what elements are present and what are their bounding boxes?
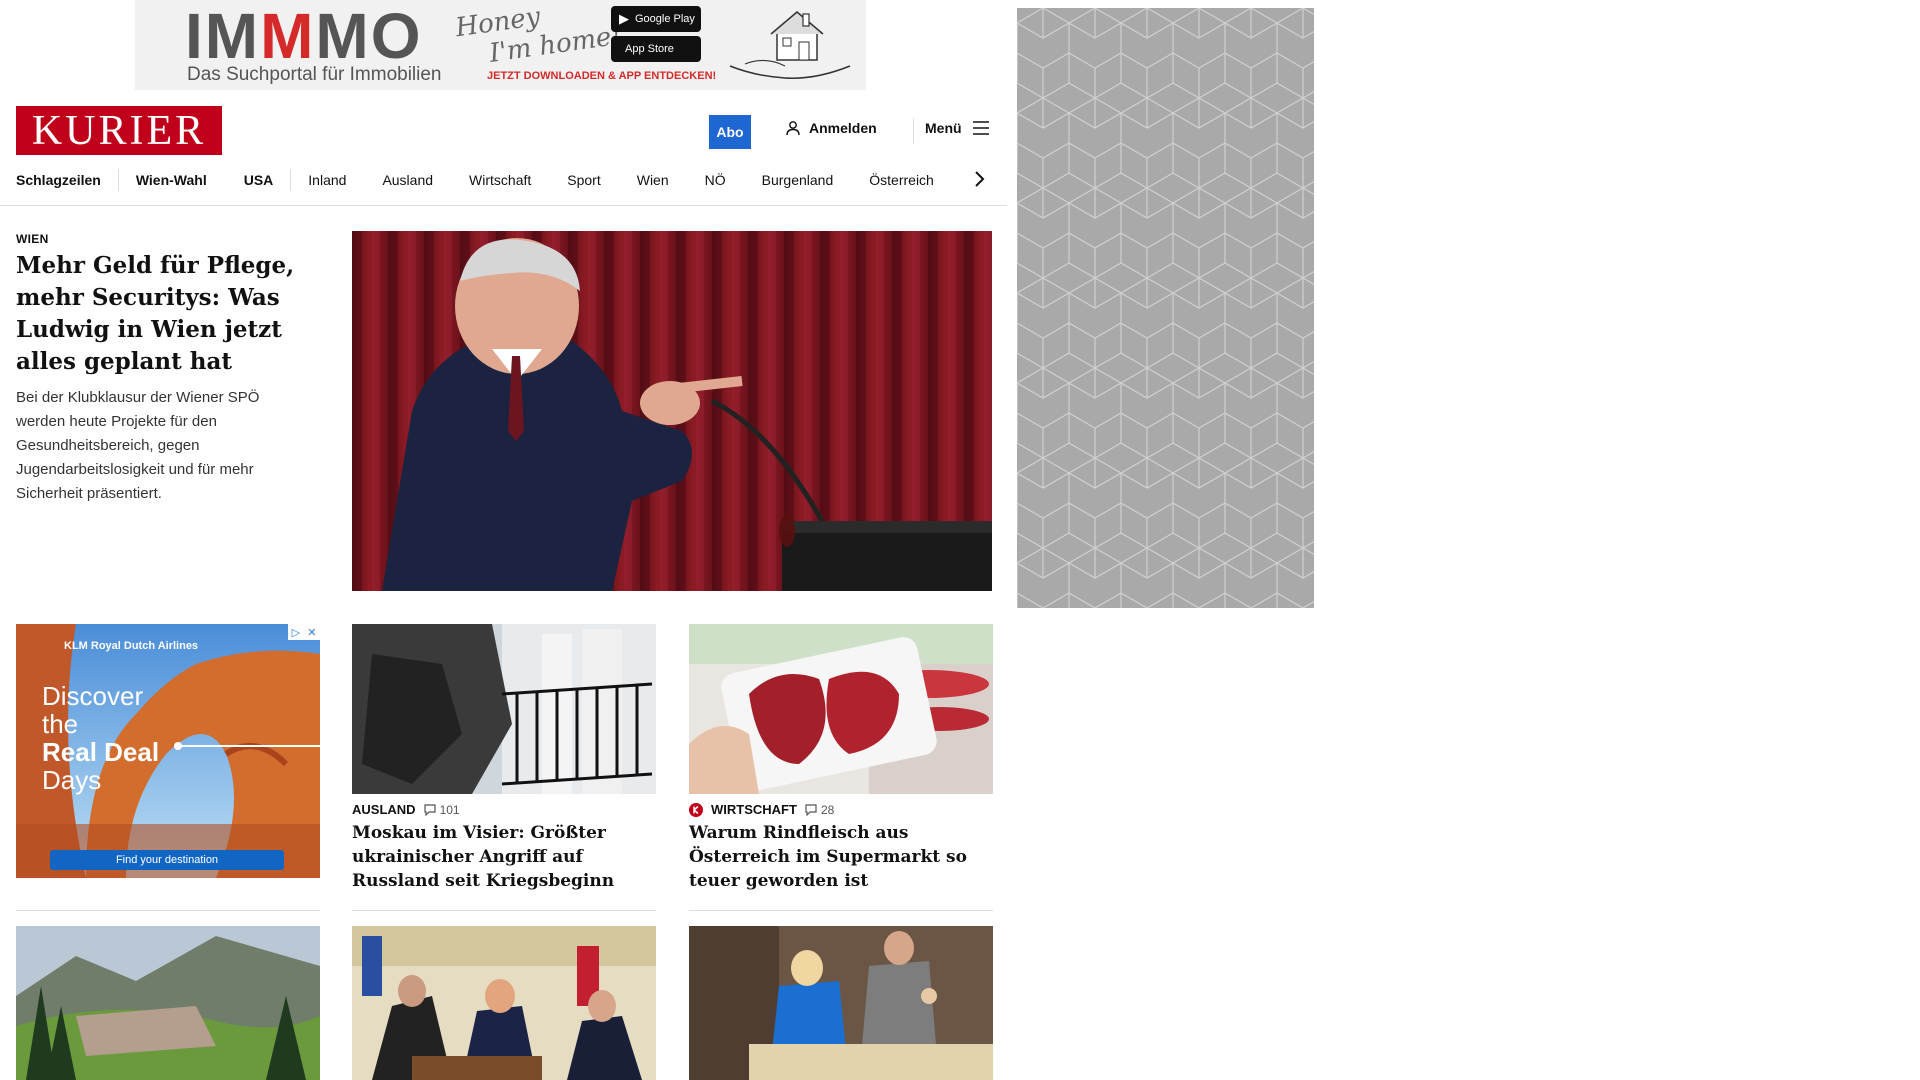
- row-divider: [352, 910, 656, 911]
- nav-scroll-right-icon[interactable]: [974, 168, 986, 190]
- immmo-cta: JETZT DOWNLOADEN & APP ENTDECKEN!: [487, 70, 717, 82]
- article-image-drone-strike: [352, 624, 656, 794]
- nav-item-wirtschaft[interactable]: Wirtschaft: [469, 172, 531, 188]
- article-card[interactable]: AUSLAND 101 Moskau im Visier: Größter uk…: [352, 624, 656, 893]
- hamburger-icon: [972, 121, 989, 135]
- lead-image[interactable]: [352, 231, 992, 591]
- klm-cta-button[interactable]: Find your destination: [50, 850, 284, 870]
- menu-label: Menü: [925, 120, 962, 136]
- lead-teaser[interactable]: Bei der Klubklausur der Wiener SPÖ werde…: [16, 386, 306, 506]
- article-category[interactable]: WIRTSCHAFT: [711, 802, 797, 817]
- google-play-badge[interactable]: ▶ Google Play: [611, 6, 701, 32]
- article-headline[interactable]: Moskau im Visier: Größter ukrainischer A…: [352, 821, 656, 893]
- comment-count[interactable]: 101: [423, 803, 460, 817]
- nav-item-wien-wahl[interactable]: Wien-Wahl: [136, 172, 207, 188]
- article-image-pasta-making[interactable]: [689, 926, 993, 1080]
- nav-item-inland[interactable]: Inland: [308, 172, 346, 188]
- nav-item-wien[interactable]: Wien: [637, 172, 669, 188]
- comment-icon: [423, 803, 436, 816]
- login-label: Anmelden: [809, 120, 877, 136]
- sidebar-ad[interactable]: [1017, 8, 1314, 608]
- article-card[interactable]: WIRTSCHAFT 28 Warum Rindfleisch aus Öste…: [689, 624, 993, 893]
- nav-item-schlagzeilen[interactable]: Schlagzeilen: [16, 172, 101, 188]
- nav-item-usa[interactable]: USA: [244, 172, 274, 188]
- klm-headline: Discover the Real Deal Days: [42, 681, 160, 795]
- header-divider: [913, 118, 914, 144]
- nav-item-noe[interactable]: NÖ: [705, 172, 726, 188]
- abo-button[interactable]: Abo: [709, 115, 751, 149]
- cooking-photo: [689, 926, 993, 1080]
- article-category[interactable]: AUSLAND: [352, 802, 416, 817]
- immmo-script-text: Honey I'm home!: [453, 1, 624, 69]
- comment-count[interactable]: 28: [805, 803, 834, 817]
- login-button[interactable]: Anmelden: [785, 120, 877, 136]
- main-navigation: Schlagzeilen Wien-Wahl USA Inland Auslan…: [16, 168, 934, 192]
- nav-separator: [290, 169, 292, 191]
- menu-button[interactable]: Menü: [925, 120, 990, 136]
- meeting-photo: [352, 926, 656, 1080]
- speaker-photo: [352, 231, 992, 591]
- nav-divider: [0, 205, 1007, 206]
- article-headline[interactable]: Warum Rindfleisch aus Österreich im Supe…: [689, 821, 993, 893]
- row-divider: [16, 910, 320, 911]
- article-image-oval-office[interactable]: [352, 926, 656, 1080]
- app-store-badge[interactable]: App Store: [611, 36, 701, 62]
- kurier-logo[interactable]: KURIER: [16, 106, 222, 155]
- article-meta: WIRTSCHAFT 28: [689, 802, 993, 817]
- hand-house-illustration: [729, 11, 851, 79]
- mountain-photo: [16, 926, 320, 1080]
- lead-kicker[interactable]: WIEN: [16, 232, 49, 246]
- lead-headline[interactable]: Mehr Geld für Pflege, mehr Securitys: Wa…: [16, 250, 326, 378]
- comment-icon: [805, 803, 817, 816]
- immmo-logo: IMMMO: [185, 0, 423, 72]
- klm-logo: KLM Royal Dutch Airlines: [64, 640, 199, 652]
- adchoices-icon: ▷: [291, 626, 301, 639]
- immmo-banner-ad[interactable]: IMMMO Das Suchportal für Immobilien Hone…: [135, 0, 866, 90]
- nav-separator: [117, 169, 119, 191]
- row-divider: [689, 910, 993, 911]
- ad-choices-badge[interactable]: ▷ ✕: [288, 624, 320, 640]
- nav-item-oesterreich[interactable]: Österreich: [869, 172, 934, 188]
- user-icon: [786, 121, 800, 136]
- klm-ad[interactable]: ▷ ✕ KLM Royal Dutch Airlines Discover th…: [16, 624, 320, 878]
- article-image-beef: [689, 624, 993, 794]
- nav-item-sport[interactable]: Sport: [567, 172, 600, 188]
- nav-item-burgenland[interactable]: Burgenland: [762, 172, 834, 188]
- play-icon: ▶: [619, 11, 629, 26]
- nav-item-ausland[interactable]: Ausland: [382, 172, 433, 188]
- immmo-tagline: Das Suchportal für Immobilien: [187, 64, 442, 85]
- article-image-alpine-valley[interactable]: [16, 926, 320, 1080]
- cube-pattern: [1017, 8, 1314, 608]
- kurier-plus-icon: [689, 802, 703, 817]
- close-icon[interactable]: ✕: [307, 626, 316, 639]
- article-meta: AUSLAND 101: [352, 802, 656, 817]
